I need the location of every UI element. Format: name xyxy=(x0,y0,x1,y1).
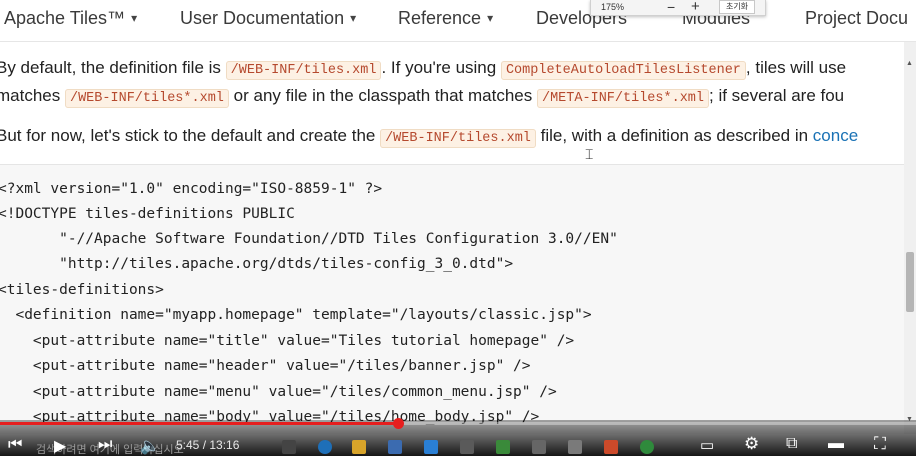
subtitles-icon[interactable]: ▭ xyxy=(700,436,714,454)
app-icon[interactable] xyxy=(496,440,510,454)
inline-code: /WEB-INF/tiles.xml xyxy=(225,61,382,80)
mail-icon[interactable] xyxy=(424,440,438,454)
video-progress-fill xyxy=(0,422,398,425)
nav-reference[interactable]: Reference ▾ xyxy=(398,8,493,29)
chevron-down-icon: ▾ xyxy=(131,11,138,25)
edge-icon[interactable] xyxy=(318,440,332,454)
inline-code: /META-INF/tiles*.xml xyxy=(536,89,710,108)
fullscreen-icon[interactable]: ⛶ xyxy=(874,434,886,454)
app-icon[interactable] xyxy=(460,440,474,454)
theater-mode-icon[interactable]: ▬ xyxy=(828,435,844,453)
chevron-down-icon: ▾ xyxy=(487,11,494,25)
next-icon[interactable]: ⏭ xyxy=(98,436,112,454)
code-line: "http://tiles.apache.org/dtds/tiles-conf… xyxy=(0,256,514,272)
volume-icon[interactable]: 🔈 xyxy=(140,436,160,456)
code-line: <?xml version="1.0" encoding="ISO-8859-1… xyxy=(0,181,383,197)
page-scrollbar[interactable]: ▲ ▼ xyxy=(904,42,916,434)
scrollbar-thumb[interactable] xyxy=(906,252,914,312)
nav-apache-tiles[interactable]: Apache Tiles™ ▾ xyxy=(4,8,137,29)
code-line: <put-attribute name="menu" value="/tiles… xyxy=(0,384,557,400)
paragraph-create-file: But for now, let's stick to the default … xyxy=(0,126,859,148)
play-icon[interactable]: ▶ xyxy=(54,436,66,456)
gear-icon[interactable]: ⚙ xyxy=(744,434,759,454)
app-icon[interactable] xyxy=(568,440,582,454)
video-time: 5:45 / 13:16 xyxy=(176,438,240,452)
inline-code: CompleteAutoloadTilesListener xyxy=(500,61,746,80)
previous-icon[interactable]: ⏮ xyxy=(8,436,22,454)
code-line: <definition name="myapp.homepage" templa… xyxy=(0,307,592,323)
inline-code: /WEB-INF/tiles*.xml xyxy=(64,89,229,108)
chevron-down-icon: ▾ xyxy=(350,11,357,25)
zoom-in-button[interactable]: + xyxy=(691,0,700,15)
nav-project-documentation[interactable]: Project Docu xyxy=(805,8,908,29)
code-line: "-//Apache Software Foundation//DTD Tile… xyxy=(0,231,618,247)
scroll-up-icon[interactable]: ▲ xyxy=(906,60,913,67)
zoom-reset-button[interactable]: 초기화 xyxy=(719,0,755,14)
app-icon[interactable] xyxy=(532,440,546,454)
app-icon[interactable] xyxy=(604,440,618,454)
zoom-level: 175% xyxy=(601,2,625,12)
code-line: <put-attribute name="header" value="/til… xyxy=(0,358,531,374)
zoom-popup: 175% − + 초기화 xyxy=(590,0,766,16)
code-line: <put-attribute name="title" value="Tiles… xyxy=(0,333,575,349)
store-icon[interactable] xyxy=(388,440,402,454)
top-navigation: Apache Tiles™ ▾ User Documentation ▾ Refer… xyxy=(0,0,916,42)
paragraph-default-definition: By default, the definition file is /WEB-… xyxy=(0,58,847,80)
video-scrubber[interactable] xyxy=(392,418,404,429)
file-explorer-icon[interactable] xyxy=(352,440,366,454)
inline-code: /WEB-INF/tiles.xml xyxy=(380,129,536,148)
code-block: <?xml version="1.0" encoding="ISO-8859-1… xyxy=(0,164,904,434)
app-icon[interactable] xyxy=(640,440,654,454)
zoom-out-button[interactable]: − xyxy=(667,0,675,15)
concepts-link[interactable]: conce xyxy=(813,126,858,145)
task-view-icon[interactable] xyxy=(282,440,296,454)
miniplayer-icon[interactable]: ⧉ xyxy=(786,435,797,453)
code-line: <!DOCTYPE tiles-definitions PUBLIC xyxy=(0,206,295,222)
video-progress-bar[interactable] xyxy=(0,418,916,429)
code-line: <tiles-definitions> xyxy=(0,282,164,298)
mouse-cursor-icon: ⌶ xyxy=(585,146,594,162)
nav-user-documentation[interactable]: User Documentation ▾ xyxy=(180,8,356,29)
paragraph-matches: matches /WEB-INF/tiles*.xml or any file … xyxy=(0,86,845,108)
